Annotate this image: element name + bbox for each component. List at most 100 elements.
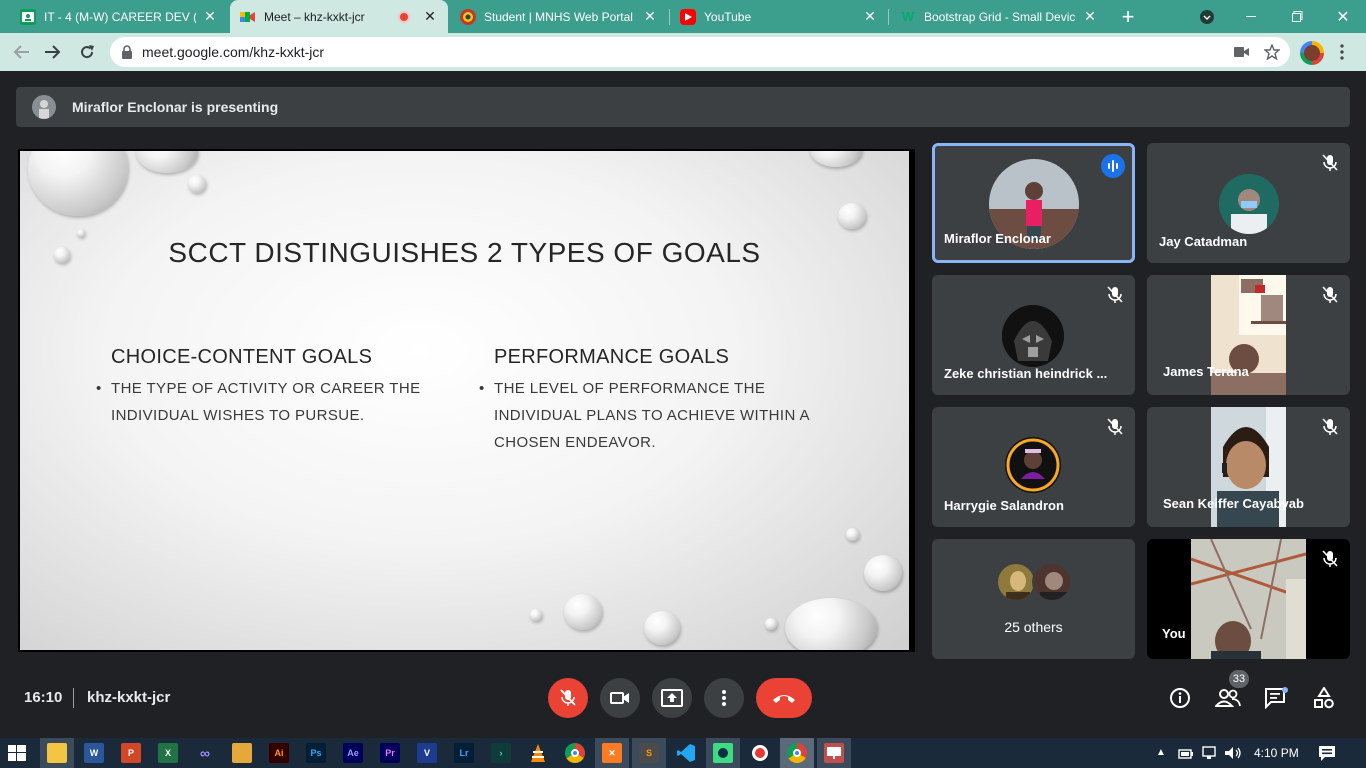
present-now-button[interactable]	[652, 678, 692, 718]
sublime-icon[interactable]: S	[639, 743, 659, 763]
slide-text-line: THE TYPE OF ACTIVITY OR CAREER THE	[111, 380, 421, 397]
back-button[interactable]	[8, 39, 34, 65]
minimize-button[interactable]	[1228, 0, 1274, 33]
tab-student-portal[interactable]: Student | MNHS Web Portal ✕	[450, 0, 668, 33]
close-icon[interactable]: ✕	[642, 8, 658, 25]
windows-start-button[interactable]	[8, 745, 26, 766]
participant-tile-others[interactable]: 25 others	[932, 539, 1135, 659]
battery-icon[interactable]	[1178, 747, 1194, 765]
forward-button[interactable]	[40, 39, 66, 65]
camera-indicator-icon[interactable]	[1234, 45, 1250, 59]
meeting-code[interactable]: khz-kxkt-jcr	[87, 689, 170, 706]
tab-bootstrap-grid[interactable]: W Bootstrap Grid - Small Device ✕	[890, 0, 1108, 33]
tab-label: YouTube	[704, 9, 752, 24]
mic-off-icon	[560, 689, 576, 706]
water-drop-decoration	[838, 203, 866, 229]
volume-icon[interactable]	[1224, 746, 1242, 765]
avatar	[1005, 437, 1061, 493]
lock-icon	[122, 45, 132, 59]
after-effects-icon[interactable]: Ae	[343, 743, 363, 763]
chevron-down-icon	[1200, 9, 1214, 24]
vlc-icon[interactable]	[528, 743, 548, 763]
close-icon[interactable]: ✕	[862, 8, 878, 25]
mic-off-icon	[1107, 286, 1123, 303]
vegas-icon[interactable]: V	[417, 743, 437, 763]
participant-name: Zeke christian heindrick ...	[944, 366, 1108, 381]
close-icon[interactable]: ✕	[202, 8, 218, 25]
paint-icon[interactable]	[232, 743, 252, 763]
water-drop-decoration	[765, 618, 777, 630]
participant-tile[interactable]: Miraflor Enclonar	[932, 143, 1135, 263]
menu-button[interactable]	[1340, 43, 1344, 61]
word-icon[interactable]: W	[84, 743, 104, 763]
participant-tile[interactable]: James Terana	[1147, 275, 1350, 395]
illustrator-icon[interactable]: Ai	[269, 743, 289, 763]
water-drop-decoration	[564, 594, 602, 630]
close-window-button[interactable]: ✕	[1320, 0, 1366, 33]
tab-meet[interactable]: Meet – khz-kxkt-jcr ✕	[230, 0, 448, 33]
presenting-text: Miraflor Enclonar is presenting	[72, 99, 279, 115]
reload-button[interactable]	[74, 39, 100, 65]
address-bar[interactable]: meet.google.com/khz-kxkt-jcr	[110, 37, 1290, 67]
premiere-icon[interactable]: Pr	[380, 743, 400, 763]
profile-avatar[interactable]	[1300, 41, 1324, 65]
camera-toggle-button[interactable]	[600, 678, 640, 718]
activities-button[interactable]	[1310, 684, 1338, 712]
participant-tile[interactable]: Sean Keiffer Cayabyab	[1147, 407, 1350, 527]
powerpoint-icon[interactable]: P	[121, 743, 141, 763]
participant-tile[interactable]: Zeke christian heindrick ...	[932, 275, 1135, 395]
chrome-icon[interactable]	[565, 743, 585, 763]
avatar	[32, 95, 56, 119]
tab-search-button[interactable]	[1184, 0, 1230, 33]
system-clock[interactable]: 4:10 PM	[1254, 746, 1299, 760]
mic-off-icon	[1322, 418, 1338, 435]
tab-classroom[interactable]: IT - 4 (M-W) CAREER DEV (4C ✕	[10, 0, 228, 33]
lightroom-icon[interactable]: Lr	[454, 743, 474, 763]
leave-call-button[interactable]	[756, 678, 812, 718]
infinity-icon[interactable]: ∞	[195, 743, 215, 763]
browser-toolbar: meet.google.com/khz-kxkt-jcr	[0, 33, 1366, 71]
close-icon[interactable]: ✕	[422, 8, 438, 25]
arrow-left-icon	[13, 45, 29, 59]
arrow-right-icon	[45, 45, 61, 59]
presenting-banner: Miraflor Enclonar is presenting	[16, 87, 1350, 127]
mic-off-icon	[1322, 154, 1338, 171]
excel-icon[interactable]: X	[158, 743, 178, 763]
chevron-up-icon[interactable]: ▲	[1156, 747, 1166, 758]
vscode-icon[interactable]	[676, 743, 696, 763]
water-drop-decoration	[644, 611, 680, 645]
android-studio-icon[interactable]	[713, 743, 733, 763]
chrome-profile-icon[interactable]	[787, 743, 807, 763]
tab-youtube[interactable]: YouTube ✕	[670, 0, 888, 33]
show-everyone-button[interactable]	[1214, 684, 1242, 712]
star-icon[interactable]	[1264, 44, 1280, 60]
mic-toggle-button[interactable]	[548, 678, 588, 718]
notifications-icon[interactable]	[1318, 745, 1336, 766]
participant-name: Sean Keiffer Cayabyab	[1163, 496, 1304, 511]
slide: SCCT DISTINGUISHES 2 TYPES OF GOALS CHOI…	[20, 151, 909, 650]
speaking-indicator-icon	[1101, 154, 1125, 178]
shapes-icon	[1314, 687, 1334, 709]
water-drop-decoration	[785, 598, 877, 650]
participant-tile[interactable]: Harrygie Salandron	[932, 407, 1135, 527]
more-options-button[interactable]	[704, 678, 744, 718]
network-icon[interactable]	[1201, 746, 1217, 765]
water-drop-decoration	[188, 175, 206, 193]
classroom-icon	[20, 8, 36, 25]
close-icon[interactable]: ✕	[1082, 8, 1098, 25]
file-explorer-icon[interactable]	[47, 743, 67, 763]
chat-button[interactable]	[1262, 684, 1290, 712]
recorder-icon[interactable]	[750, 743, 770, 763]
meeting-details-button[interactable]	[1166, 684, 1194, 712]
restore-button[interactable]	[1274, 0, 1320, 33]
slide-text-line: INDIVIDUAL PLANS TO ACHIEVE WITHIN A	[494, 407, 810, 424]
participant-tile[interactable]: Jay Catadman	[1147, 143, 1350, 263]
participant-tile-self[interactable]: You	[1147, 539, 1350, 659]
new-tab-button[interactable]: +	[1106, 0, 1150, 33]
water-drop-decoration	[77, 229, 85, 237]
terminal-icon[interactable]: ›	[491, 743, 511, 763]
photoshop-icon[interactable]: Ps	[306, 743, 326, 763]
water-drop-decoration	[28, 151, 128, 216]
presentation-icon[interactable]	[824, 743, 844, 763]
xampp-icon[interactable]: ✕	[602, 743, 622, 763]
